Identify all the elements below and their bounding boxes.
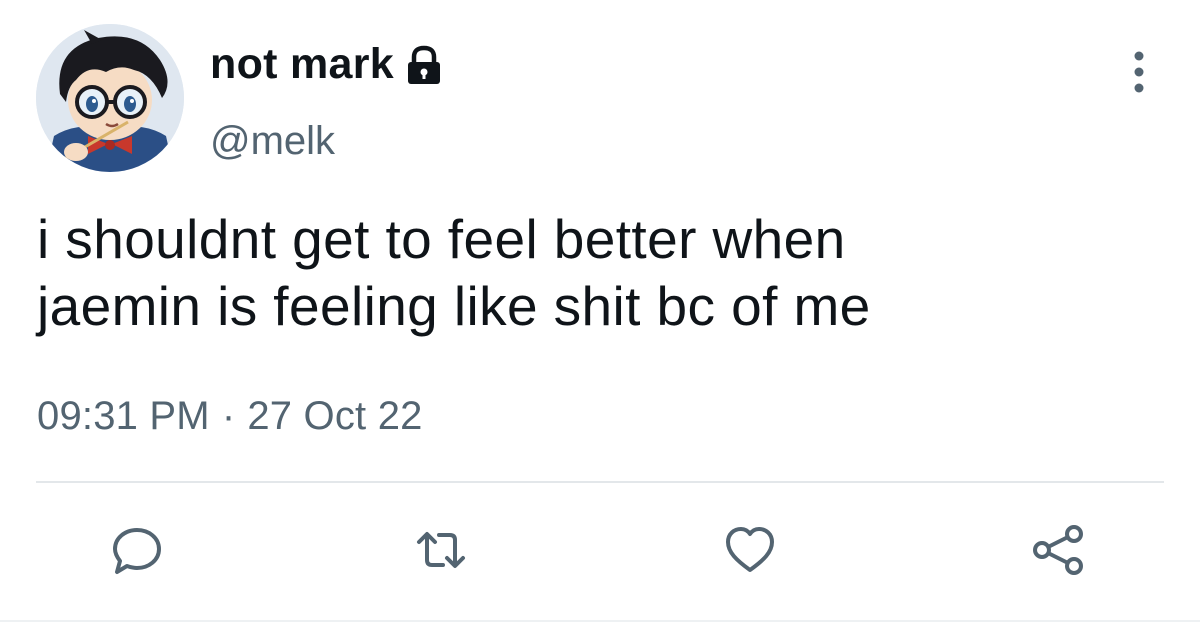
share-icon[interactable] (1030, 522, 1086, 578)
lock-icon (402, 43, 446, 87)
tweet-text: i shouldnt get to feel better when jaemi… (37, 208, 871, 337)
meta-separator: · (221, 394, 236, 438)
bottom-divider (0, 620, 1200, 622)
tweet-date: 27 Oct 22 (247, 394, 423, 438)
tweet-time: 09:31 PM (37, 394, 210, 438)
display-name[interactable]: not mark (210, 40, 446, 89)
retweet-icon[interactable] (413, 522, 469, 578)
reply-icon[interactable] (109, 522, 165, 578)
more-vertical-icon[interactable] (1122, 50, 1156, 94)
tweet-card: not mark @melk i shouldnt get to feel be… (0, 0, 1200, 638)
heart-icon[interactable] (722, 522, 778, 578)
avatar[interactable] (36, 24, 184, 172)
display-name-text: not mark (210, 40, 394, 88)
user-handle[interactable]: @melk (210, 119, 335, 164)
avatar-image (36, 24, 184, 172)
tweet-timestamp[interactable]: 09:31 PM · 27 Oct 22 (37, 394, 423, 439)
divider (36, 481, 1164, 483)
